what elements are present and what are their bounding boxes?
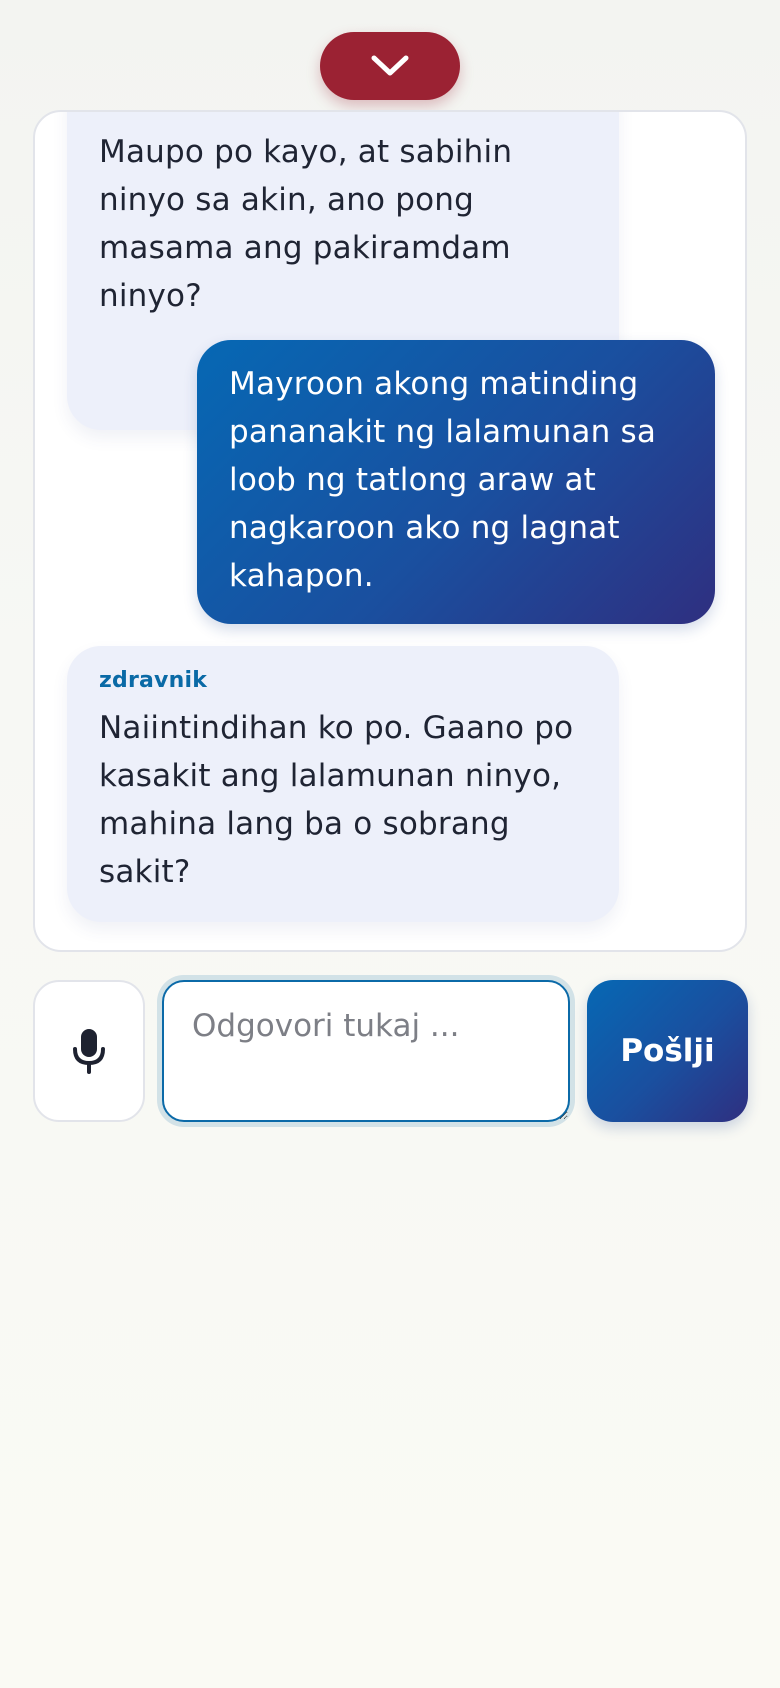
chat-screen: Maupo po kayo, at sabihin ninyo sa akin,… xyxy=(0,0,780,1688)
sender-label: zdravnik xyxy=(99,668,208,693)
send-button-label: Pošlji xyxy=(620,1033,715,1069)
chevron-down-icon xyxy=(371,55,409,76)
message-text: Mayroon akong matinding pananakit ng lal… xyxy=(229,366,657,594)
message-text: Naiintindihan ko po. Gaano po kasakit an… xyxy=(99,710,574,890)
collapse-button[interactable] xyxy=(320,32,460,100)
patient-message: Mayroon akong matinding pananakit ng lal… xyxy=(197,340,715,624)
reply-input[interactable] xyxy=(162,980,570,1122)
microphone-icon xyxy=(73,1029,105,1074)
chat-messages-panel[interactable]: Maupo po kayo, at sabihin ninyo sa akin,… xyxy=(33,110,747,952)
doctor-message: zdravnik Naiintindihan ko po. Gaano po k… xyxy=(67,646,619,922)
message-text: Maupo po kayo, at sabihin ninyo sa akin,… xyxy=(99,134,513,314)
microphone-button[interactable] xyxy=(33,980,145,1122)
send-button[interactable]: Pošlji xyxy=(587,980,748,1122)
